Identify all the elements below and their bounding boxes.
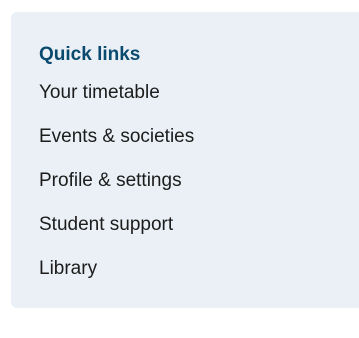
link-events-societies[interactable]: Events & societies bbox=[39, 125, 194, 149]
link-profile-settings[interactable]: Profile & settings bbox=[39, 169, 182, 193]
list-item: Your timetable bbox=[39, 81, 359, 125]
list-item: Student support bbox=[39, 213, 359, 257]
link-library[interactable]: Library bbox=[39, 257, 97, 281]
quick-links-panel: Quick links Your timetable Events & soci… bbox=[11, 12, 359, 308]
list-item: Events & societies bbox=[39, 125, 359, 169]
link-student-support[interactable]: Student support bbox=[39, 213, 173, 237]
list-item: Profile & settings bbox=[39, 169, 359, 213]
list-item: Library bbox=[39, 257, 359, 301]
quick-links-list: Your timetable Events & societies Profil… bbox=[39, 81, 359, 301]
quick-links-title: Quick links bbox=[39, 44, 141, 65]
link-your-timetable[interactable]: Your timetable bbox=[39, 81, 160, 105]
